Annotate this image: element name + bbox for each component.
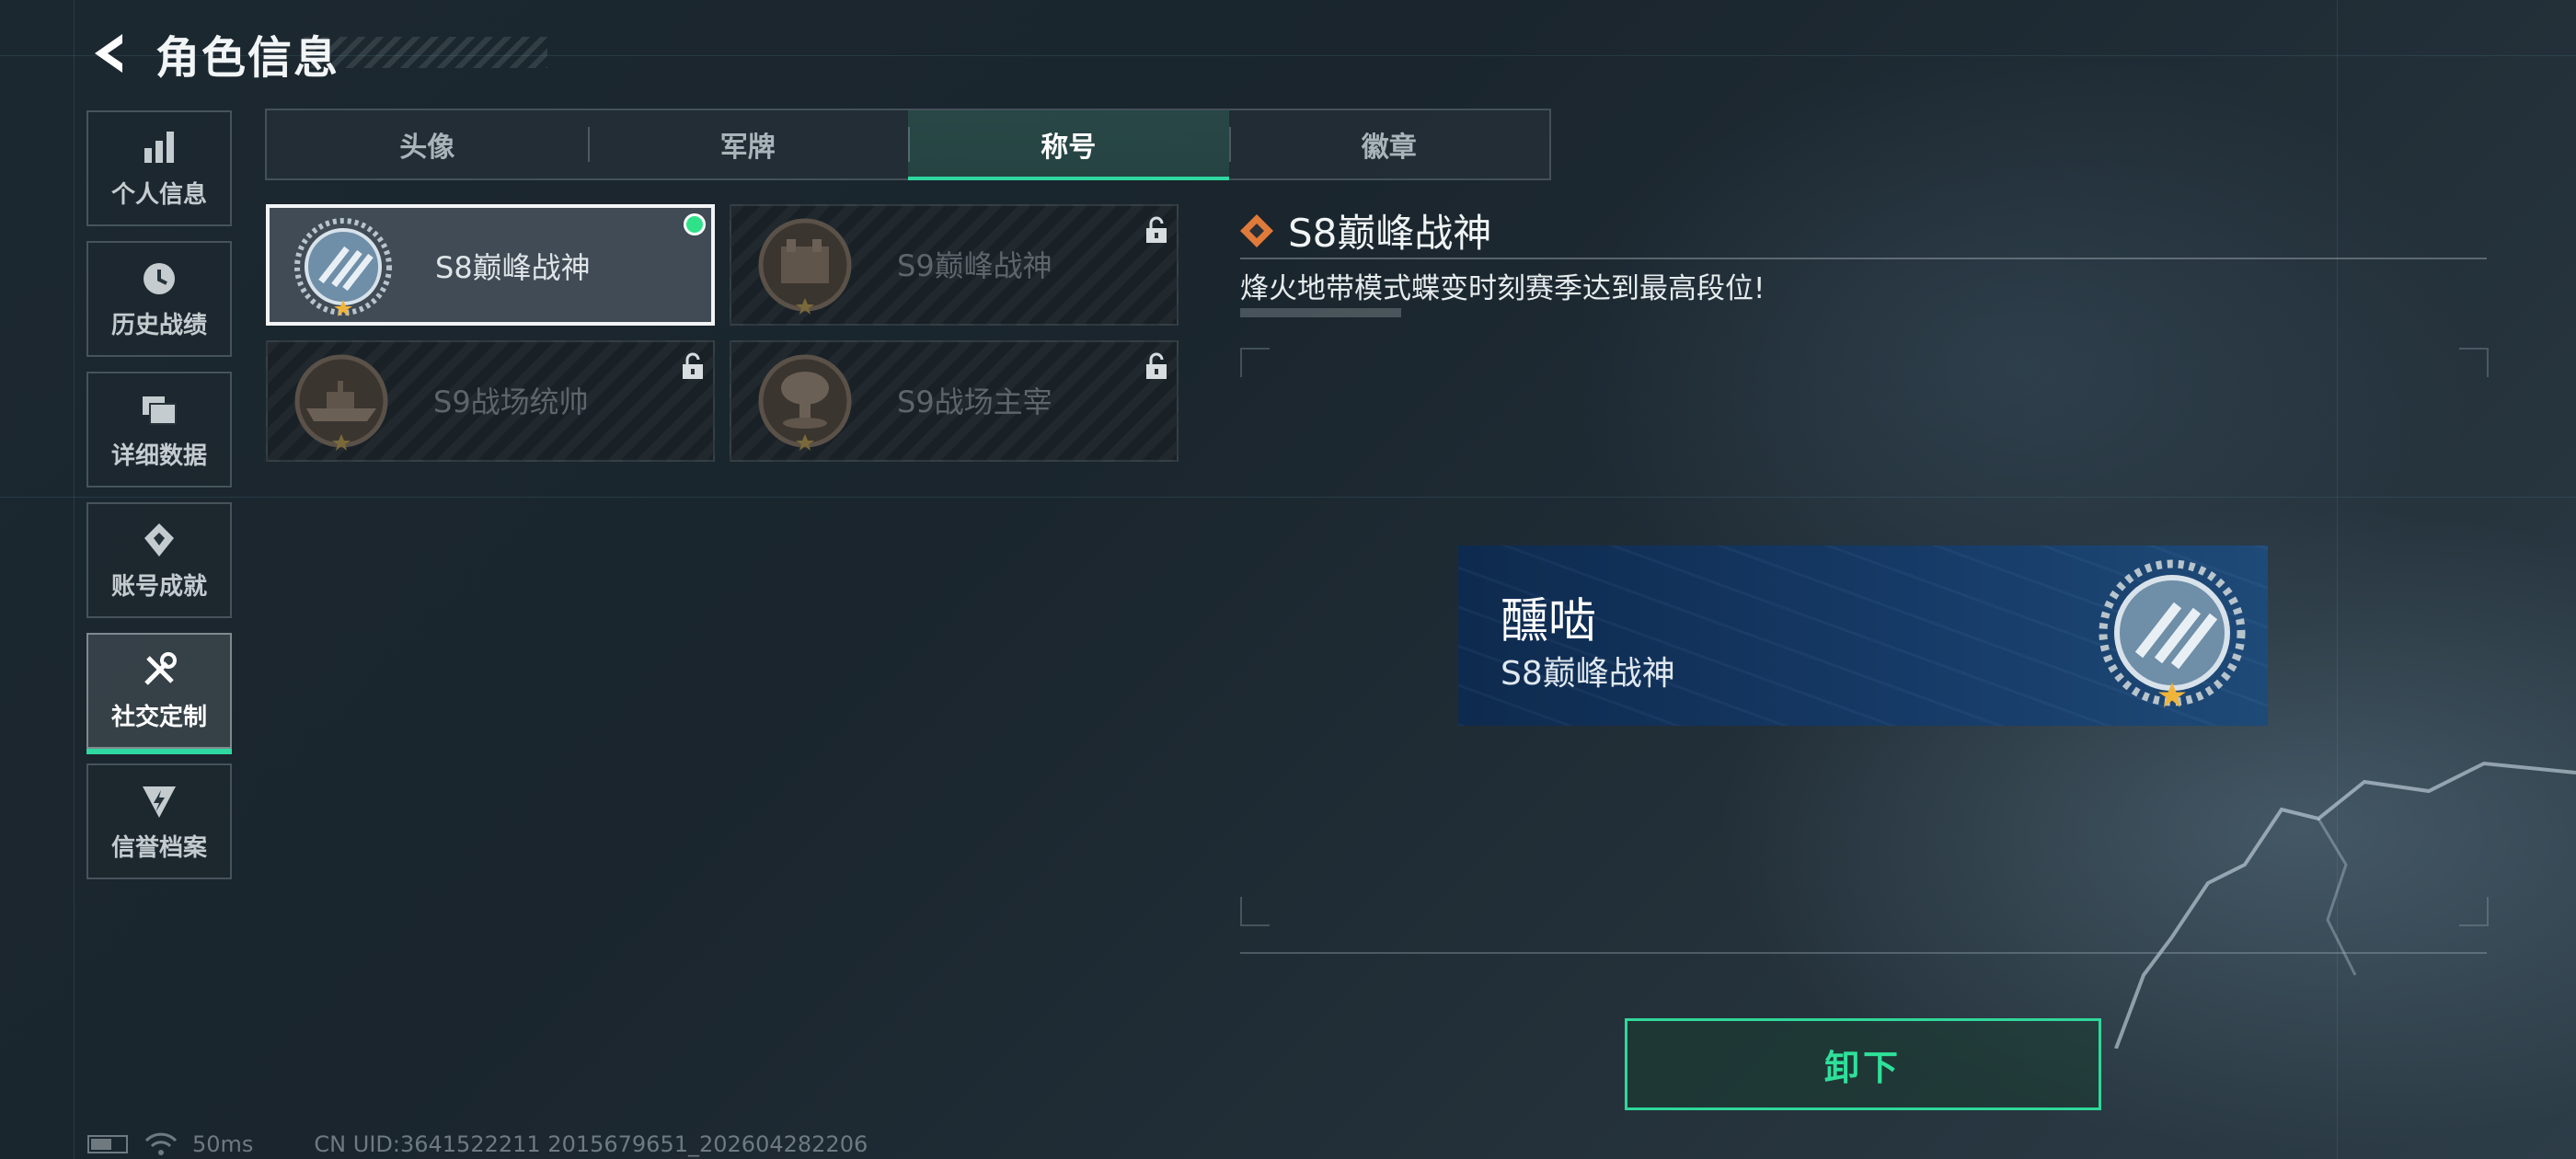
title-card-name: S9战场统帅 — [433, 384, 589, 419]
wifi-icon — [144, 1132, 178, 1155]
folders-icon — [143, 396, 177, 425]
tab-badge[interactable]: 徽章 — [1228, 110, 1550, 178]
warship-emblem — [294, 354, 388, 451]
title-card-name: S9巅峰战神 — [897, 248, 1052, 283]
title-card-name: S8巅峰战神 — [435, 250, 591, 285]
ping-value: 50ms — [192, 1131, 254, 1157]
back-arrow-icon[interactable] — [87, 29, 137, 78]
header-hatch-decoration — [304, 37, 547, 68]
sidebar-item-social-custom[interactable]: 社交定制 — [86, 633, 232, 754]
sidebar-item-label: 信誉档案 — [110, 833, 207, 862]
tab-dogtag[interactable]: 军牌 — [587, 110, 909, 178]
diamond-badge-icon — [1240, 213, 1273, 247]
sidebar-item-label: 历史战绩 — [110, 311, 207, 339]
lock-icon — [1146, 216, 1167, 243]
slash-medal-emblem — [294, 218, 392, 316]
preview-frame-corner — [2459, 348, 2489, 377]
detail-description: 烽火地带模式蝶变时刻赛季达到最高段位! — [1240, 272, 1765, 305]
preview-title: S8巅峰战神 — [1501, 655, 1675, 693]
detail-divider — [1240, 258, 2487, 259]
preview-frame-corner — [1240, 897, 1270, 926]
tab-avatar[interactable]: 头像 — [267, 110, 588, 178]
unequip-button[interactable]: 卸下 — [1625, 1018, 2101, 1110]
sidebar-item-achievements[interactable]: 账号成就 — [86, 502, 232, 618]
sidebar-item-personal-info[interactable]: 个人信息 — [86, 110, 232, 226]
user-uid: CN UID:3641522211 2015679651_20260428220… — [314, 1131, 868, 1157]
lock-icon — [1146, 352, 1167, 379]
shield-bolt-icon — [143, 786, 176, 818]
fortress-emblem — [758, 218, 852, 315]
mushroom-cloud-emblem — [758, 354, 852, 451]
title-category-tabs: 头像 军牌 称号 徽章 — [265, 109, 1551, 180]
medal-icon — [144, 522, 174, 557]
battery-icon — [87, 1135, 128, 1153]
detail-progress-bar — [1240, 308, 1401, 317]
history-clock-icon — [144, 262, 175, 294]
preview-frame-corner — [2459, 897, 2489, 926]
tools-icon — [144, 651, 177, 685]
sidebar-item-detailed-data[interactable]: 详细数据 — [86, 372, 232, 488]
sidebar-item-label: 社交定制 — [110, 703, 207, 731]
lock-icon — [683, 352, 703, 379]
detail-header: S8巅峰战神 — [1238, 202, 1491, 258]
equipped-indicator — [684, 213, 706, 235]
title-preview-banner: 醺啮 S8巅峰战神 — [1458, 545, 2268, 726]
grid-line — [74, 0, 75, 1159]
grid-line — [0, 497, 2576, 498]
bar-chart-icon — [144, 131, 174, 163]
sidebar-item-label: 详细数据 — [110, 442, 207, 470]
title-card[interactable]: S9战场统帅 — [266, 340, 715, 462]
title-card[interactable]: S8巅峰战神 — [266, 204, 715, 326]
sidebar-item-label: 个人信息 — [110, 180, 207, 209]
page-header: 角色信息 — [87, 20, 339, 86]
tab-title[interactable]: 称号 — [908, 110, 1229, 180]
sidebar-item-reputation[interactable]: 信誉档案 — [86, 763, 232, 879]
title-card-name: S9战场主宰 — [897, 384, 1052, 419]
slash-medal-emblem — [2099, 559, 2246, 707]
sidebar-item-label: 账号成就 — [110, 572, 207, 601]
status-bar: 50ms CN UID:3641522211 2015679651_202604… — [87, 1131, 868, 1157]
title-card[interactable]: S9巅峰战神 — [730, 204, 1179, 326]
lightning-decoration — [2114, 761, 2576, 1049]
action-divider — [1240, 952, 2487, 954]
detail-title: S8巅峰战神 — [1288, 211, 1492, 256]
title-card[interactable]: S9战场主宰 — [730, 340, 1179, 462]
sidebar-item-history[interactable]: 历史战绩 — [86, 241, 232, 357]
preview-frame-corner — [1240, 348, 1270, 377]
preview-player-name: 醺啮 — [1501, 594, 1597, 649]
